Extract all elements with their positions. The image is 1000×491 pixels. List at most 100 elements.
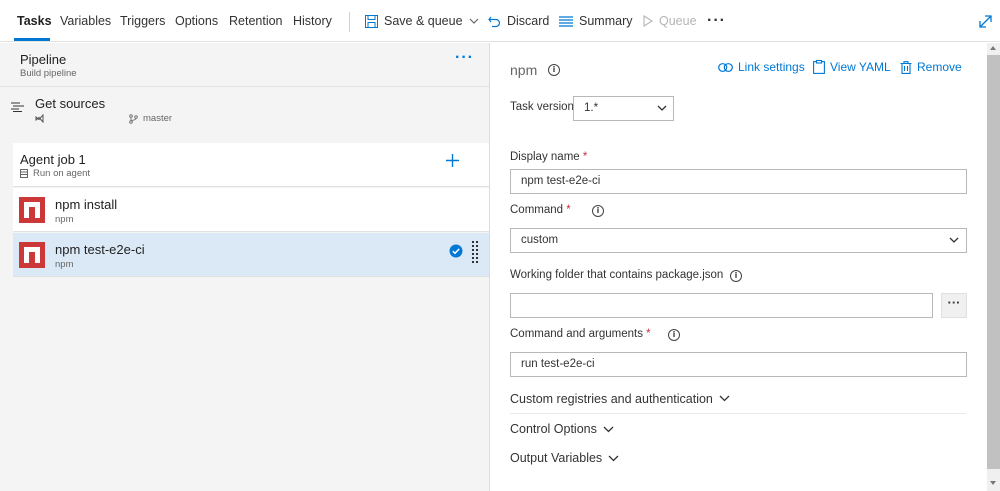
required-marker: * [582, 151, 588, 163]
info-icon[interactable]: i [668, 329, 680, 341]
npm-logo-icon [19, 242, 45, 268]
working-folder-label: Working folder that contains package.jso… [510, 269, 724, 281]
display-name-label-text: Display name [510, 151, 580, 163]
section-output-variables[interactable]: Output Variables [510, 443, 966, 473]
display-name-value: npm test-e2e-ci [521, 175, 601, 187]
working-folder-input[interactable] [510, 293, 933, 318]
command-label: Command * [510, 204, 571, 216]
task-version-label: Task version [510, 101, 574, 113]
tab-history[interactable]: History [293, 14, 332, 28]
info-icon[interactable]: i [730, 270, 742, 282]
toolbar-divider [349, 12, 350, 32]
agent-job-subtitle: Run on agent [33, 168, 91, 179]
task-title: npm test-e2e-ci [55, 242, 145, 257]
save-queue-button[interactable]: Save & queue [365, 14, 479, 28]
summary-label: Summary [579, 14, 633, 28]
get-sources-item[interactable]: Get sources master [0, 86, 489, 130]
npm-logo-icon [19, 197, 45, 223]
branch-name: master [143, 113, 173, 124]
chevron-down-icon [603, 426, 614, 432]
pipeline-tasks-pane: Pipeline Build pipeline ··· Get sources … [0, 43, 490, 491]
agent-job-item[interactable]: Agent job 1 Run on agent [13, 143, 489, 187]
section-label: Output Variables [510, 451, 603, 465]
command-label-text: Command [510, 204, 564, 216]
link-settings-label: Link settings [738, 60, 805, 74]
summary-button[interactable]: Summary [559, 14, 632, 28]
task-version-value: 1.* [584, 102, 599, 114]
chevron-down-icon [469, 18, 478, 24]
command-args-value: run test-e2e-ci [521, 358, 595, 370]
command-args-label-text: Command and arguments [510, 328, 643, 340]
section-custom-registries[interactable]: Custom registries and authentication [510, 384, 966, 414]
required-marker: * [566, 204, 571, 216]
task-row-npm-test-e2e-ci[interactable]: npm test-e2e-ci npm [13, 233, 489, 277]
task-version-select[interactable]: 1.* [573, 96, 674, 121]
task-detail-title: npm [510, 62, 538, 78]
queue-button[interactable]: Queue [643, 14, 697, 28]
required-marker: * [646, 328, 651, 340]
enabled-check-icon [449, 244, 463, 258]
task-row-npm-install[interactable]: npm install npm [13, 188, 489, 232]
repo-icon [35, 114, 44, 123]
queue-label: Queue [659, 14, 697, 28]
section-label: Custom registries and authentication [510, 391, 713, 406]
command-select[interactable]: custom [510, 228, 967, 253]
tab-tasks[interactable]: Tasks [17, 14, 52, 28]
display-name-label: Display name * [510, 151, 587, 163]
task-subtitle: npm [55, 259, 74, 270]
tab-options[interactable]: Options [175, 14, 218, 28]
browse-folder-button[interactable]: ··· [941, 293, 967, 318]
task-title: npm install [55, 197, 118, 212]
tab-variables[interactable]: Variables [60, 14, 111, 28]
save-icon [365, 14, 378, 28]
drag-handle-icon[interactable] [472, 241, 478, 263]
save-queue-label: Save & queue [384, 14, 463, 28]
link-settings-button[interactable]: Link settings [718, 60, 805, 74]
view-yaml-label: View YAML [830, 60, 891, 74]
remove-button[interactable]: Remove [900, 60, 962, 74]
branch-icon [129, 114, 138, 124]
add-task-plus-icon[interactable] [445, 153, 460, 168]
link-icon [718, 62, 733, 72]
scroll-up-arrow-icon[interactable] [990, 46, 996, 50]
tab-retention[interactable]: Retention [229, 14, 283, 28]
pipeline-header[interactable]: Pipeline Build pipeline ··· [0, 43, 489, 86]
view-yaml-button[interactable]: View YAML [813, 60, 891, 74]
task-subtitle: npm [55, 214, 74, 225]
tab-triggers[interactable]: Triggers [120, 14, 165, 28]
info-icon[interactable]: i [592, 205, 604, 217]
more-actions-button[interactable]: ··· [707, 12, 726, 30]
pipeline-title: Pipeline [20, 52, 67, 67]
display-name-input[interactable]: npm test-e2e-ci [510, 169, 967, 194]
detail-scrollbar[interactable] [987, 43, 1000, 491]
pipeline-more-button[interactable]: ··· [455, 50, 474, 66]
top-toolbar: Tasks Variables Triggers Options Retenti… [0, 0, 1000, 42]
command-value: custom [521, 234, 559, 246]
discard-label: Discard [507, 14, 550, 28]
trash-icon [900, 60, 912, 74]
server-icon [20, 169, 28, 178]
section-label: Control Options [510, 422, 597, 436]
undo-icon [488, 16, 501, 27]
chevron-down-icon [608, 455, 619, 461]
chevron-down-icon [719, 395, 730, 402]
expand-icon[interactable] [979, 15, 992, 28]
sources-list-icon [11, 102, 24, 112]
pipeline-subtitle: Build pipeline [20, 68, 77, 79]
command-args-input[interactable]: run test-e2e-ci [510, 352, 967, 377]
list-icon [559, 15, 573, 27]
remove-label: Remove [917, 60, 962, 74]
command-args-label: Command and arguments * [510, 328, 651, 340]
scrollbar-thumb[interactable] [987, 55, 1000, 469]
active-tab-indicator [14, 38, 50, 41]
info-icon[interactable]: i [548, 64, 560, 76]
play-icon [643, 15, 653, 27]
get-sources-title: Get sources [35, 96, 106, 111]
chevron-down-icon [657, 105, 667, 111]
agent-job-title: Agent job 1 [20, 152, 86, 167]
section-control-options[interactable]: Control Options [510, 414, 966, 444]
discard-button[interactable]: Discard [488, 14, 549, 28]
chevron-down-icon [949, 237, 959, 243]
clipboard-icon [813, 60, 825, 74]
scroll-down-arrow-icon[interactable] [990, 481, 996, 485]
